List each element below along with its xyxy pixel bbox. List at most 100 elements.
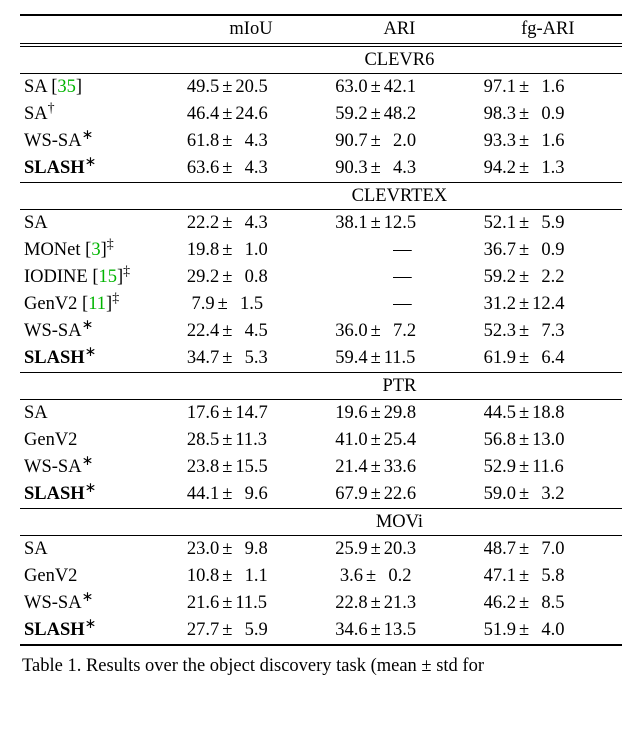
method-name: GenV2 [11]‡ [20, 291, 177, 318]
table-cell: 90.3± 4.3 [325, 155, 473, 183]
table-row: WS-SA∗22.4± 4.536.0± 7.252.3± 7.3 [20, 318, 622, 345]
table-row: GenV2 [11]‡ 7.9± 1.5—31.2±12.4 [20, 291, 622, 318]
table-row: WS-SA∗23.8±15.521.4±33.652.9±11.6 [20, 454, 622, 481]
table-cell: 22.2± 4.3 [177, 210, 325, 238]
col-fgari: fg-ARI [474, 15, 622, 44]
table-row: WS-SA∗61.8± 4.390.7± 2.093.3± 1.6 [20, 128, 622, 155]
table-row: SLASH∗34.7± 5.359.4±11.561.9± 6.4 [20, 345, 622, 373]
table-cell: 22.8±21.3 [325, 590, 473, 617]
method-name: WS-SA∗ [20, 590, 177, 617]
table-cell: 34.7± 5.3 [177, 345, 325, 373]
citation-ref[interactable]: 11 [88, 294, 106, 314]
method-name: SA† [20, 101, 177, 128]
section-header: CLEVR6 [20, 47, 622, 74]
table-row: SA23.0± 9.825.9±20.348.7± 7.0 [20, 536, 622, 564]
table-cell: 23.0± 9.8 [177, 536, 325, 564]
method-name: SLASH∗ [20, 481, 177, 509]
section-header: MOVi [20, 509, 622, 536]
table-cell: 46.2± 8.5 [474, 590, 622, 617]
table-cell: 21.6±11.5 [177, 590, 325, 617]
table-row: SA17.6±14.719.6±29.844.5±18.8 [20, 400, 622, 428]
method-name: WS-SA∗ [20, 454, 177, 481]
table-row: GenV228.5±11.341.0±25.456.8±13.0 [20, 427, 622, 454]
method-name: SLASH∗ [20, 617, 177, 645]
table-cell: 51.9± 4.0 [474, 617, 622, 645]
table-cell: 93.3± 1.6 [474, 128, 622, 155]
method-name: SA [20, 536, 177, 564]
method-name: SA [20, 400, 177, 428]
table-cell: 7.9± 1.5 [177, 291, 325, 318]
table-cell: 22.4± 4.5 [177, 318, 325, 345]
table-cell: 98.3± 0.9 [474, 101, 622, 128]
table-cell: 47.1± 5.8 [474, 563, 622, 590]
table-cell: 90.7± 2.0 [325, 128, 473, 155]
citation-ref[interactable]: 35 [57, 77, 76, 97]
table-cell: 34.6±13.5 [325, 617, 473, 645]
table-cell: 41.0±25.4 [325, 427, 473, 454]
method-name: SLASH∗ [20, 155, 177, 183]
citation-ref[interactable]: 15 [99, 267, 118, 287]
table-cell: 31.2±12.4 [474, 291, 622, 318]
table-cell: — [325, 291, 473, 318]
method-name: GenV2 [20, 563, 177, 590]
table-cell: 97.1± 1.6 [474, 74, 622, 102]
method-name: WS-SA∗ [20, 128, 177, 155]
table-cell: 19.8± 1.0 [177, 237, 325, 264]
caption-prefix: Table 1. [22, 656, 81, 676]
table-cell: 23.8±15.5 [177, 454, 325, 481]
table-cell: 61.9± 6.4 [474, 345, 622, 373]
table-row: IODINE [15]‡29.2± 0.8—59.2± 2.2 [20, 264, 622, 291]
table-cell: 59.2±48.2 [325, 101, 473, 128]
table-cell: 28.5±11.3 [177, 427, 325, 454]
table-cell: 67.9±22.6 [325, 481, 473, 509]
table-row: GenV210.8± 1.1 3.6± 0.247.1± 5.8 [20, 563, 622, 590]
table-cell: 94.2± 1.3 [474, 155, 622, 183]
table-cell: 3.6± 0.2 [325, 563, 473, 590]
method-name: MONet [3]‡ [20, 237, 177, 264]
table-cell: 10.8± 1.1 [177, 563, 325, 590]
table-cell: 63.0±42.1 [325, 74, 473, 102]
table-cell: 52.9±11.6 [474, 454, 622, 481]
table-row: SA [35]49.5±20.563.0±42.197.1± 1.6 [20, 74, 622, 102]
col-ari: ARI [325, 15, 473, 44]
table-cell: 29.2± 0.8 [177, 264, 325, 291]
table-cell: 25.9±20.3 [325, 536, 473, 564]
table-cell: 44.1± 9.6 [177, 481, 325, 509]
method-name: SLASH∗ [20, 345, 177, 373]
table-row: SLASH∗44.1± 9.667.9±22.659.0± 3.2 [20, 481, 622, 509]
table-row: SLASH∗63.6± 4.390.3± 4.394.2± 1.3 [20, 155, 622, 183]
table-row: SLASH∗27.7± 5.934.6±13.551.9± 4.0 [20, 617, 622, 645]
method-name: WS-SA∗ [20, 318, 177, 345]
table-cell: 21.4±33.6 [325, 454, 473, 481]
table-cell: 19.6±29.8 [325, 400, 473, 428]
table-cell: 36.0± 7.2 [325, 318, 473, 345]
table-cell: 61.8± 4.3 [177, 128, 325, 155]
method-name: SA [20, 210, 177, 238]
table-cell: 63.6± 4.3 [177, 155, 325, 183]
col-miou: mIoU [177, 15, 325, 44]
table-row: SA†46.4±24.659.2±48.298.3± 0.9 [20, 101, 622, 128]
table-cell: 52.1± 5.9 [474, 210, 622, 238]
table-cell: — [325, 237, 473, 264]
table-cell: 17.6±14.7 [177, 400, 325, 428]
table-cell: 59.4±11.5 [325, 345, 473, 373]
table-row: SA22.2± 4.338.1±12.552.1± 5.9 [20, 210, 622, 238]
table-caption: Table 1. Results over the object discove… [20, 646, 622, 679]
section-header: PTR [20, 373, 622, 400]
table-cell: — [325, 264, 473, 291]
table-row: MONet [3]‡19.8± 1.0—36.7± 0.9 [20, 237, 622, 264]
table-cell: 59.2± 2.2 [474, 264, 622, 291]
table-row: WS-SA∗21.6±11.522.8±21.346.2± 8.5 [20, 590, 622, 617]
table-cell: 44.5±18.8 [474, 400, 622, 428]
table-cell: 48.7± 7.0 [474, 536, 622, 564]
method-name: SA [35] [20, 74, 177, 102]
table-cell: 46.4±24.6 [177, 101, 325, 128]
table-cell: 59.0± 3.2 [474, 481, 622, 509]
table-cell: 36.7± 0.9 [474, 237, 622, 264]
method-name: IODINE [15]‡ [20, 264, 177, 291]
caption-text: Results over the object discovery task (… [86, 656, 484, 676]
results-table: mIoU ARI fg-ARI CLEVR6SA [35]49.5±20.563… [20, 14, 622, 646]
table-cell: 49.5±20.5 [177, 74, 325, 102]
citation-ref[interactable]: 3 [91, 240, 100, 260]
table-cell: 56.8±13.0 [474, 427, 622, 454]
